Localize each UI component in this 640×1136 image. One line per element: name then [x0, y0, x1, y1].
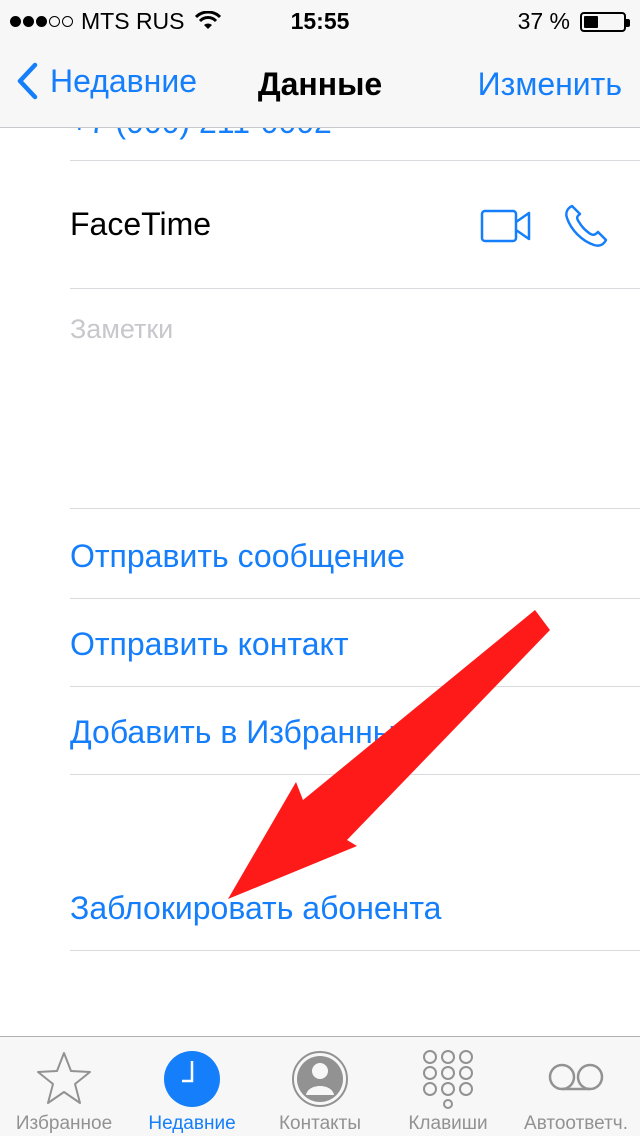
divider	[70, 686, 640, 687]
tab-favorites[interactable]: Избранное	[0, 1037, 128, 1136]
tab-voicemail[interactable]: Автоответч.	[512, 1037, 640, 1136]
tab-contacts[interactable]: Контакты	[256, 1037, 384, 1136]
clock-icon	[164, 1051, 220, 1107]
divider	[70, 950, 640, 951]
send-message-button[interactable]: Отправить сообщение	[70, 538, 405, 575]
phone-icon[interactable]	[562, 202, 610, 250]
tab-keypad[interactable]: Клавиши	[384, 1037, 512, 1136]
block-caller-button[interactable]: Заблокировать абонента	[70, 890, 441, 927]
battery-fill	[584, 15, 598, 28]
back-button-label: Недавние	[50, 62, 198, 99]
battery-icon	[580, 11, 630, 32]
video-camera-icon[interactable]	[480, 208, 532, 244]
tab-recents[interactable]: Недавние	[128, 1037, 256, 1136]
battery-tip	[626, 18, 630, 27]
tab-label: Клавиши	[408, 1113, 488, 1134]
tab-label: Автоответч.	[524, 1113, 628, 1134]
share-contact-button[interactable]: Отправить контакт	[70, 626, 349, 663]
contact-details: +7 (000) 211-0002 FaceTime Заметки Отпра…	[0, 128, 640, 1036]
navigation-bar: Недавние Данные Изменить	[0, 40, 640, 128]
phone-number[interactable]: +7 (000) 211-0002	[70, 128, 332, 141]
tab-label: Избранное	[15, 1113, 113, 1134]
facetime-label: FaceTime	[70, 206, 212, 242]
tab-label: Недавние	[148, 1113, 236, 1134]
tab-bar: Избранное Недавние Контакты Клавиши Авто…	[0, 1036, 640, 1136]
voicemail-icon	[548, 1063, 604, 1091]
divider	[70, 508, 640, 509]
keypad-icon	[423, 1050, 473, 1109]
divider	[70, 160, 640, 161]
star-icon	[37, 1052, 91, 1104]
contacts-icon	[292, 1051, 348, 1107]
notes-field[interactable]: Заметки	[70, 314, 173, 345]
divider	[70, 598, 640, 599]
divider	[70, 774, 640, 775]
status-bar: MTS RUS 15:55 37 %	[0, 0, 640, 40]
back-button[interactable]: Недавние	[16, 62, 197, 100]
status-right: 37 %	[517, 8, 630, 35]
chevron-left-icon	[17, 62, 38, 100]
divider	[70, 288, 640, 289]
edit-button[interactable]: Изменить	[478, 66, 622, 103]
tab-label: Контакты	[278, 1113, 362, 1134]
battery-percent: 37 %	[517, 8, 570, 34]
add-to-favorites-button[interactable]: Добавить в Избранные	[70, 714, 414, 751]
